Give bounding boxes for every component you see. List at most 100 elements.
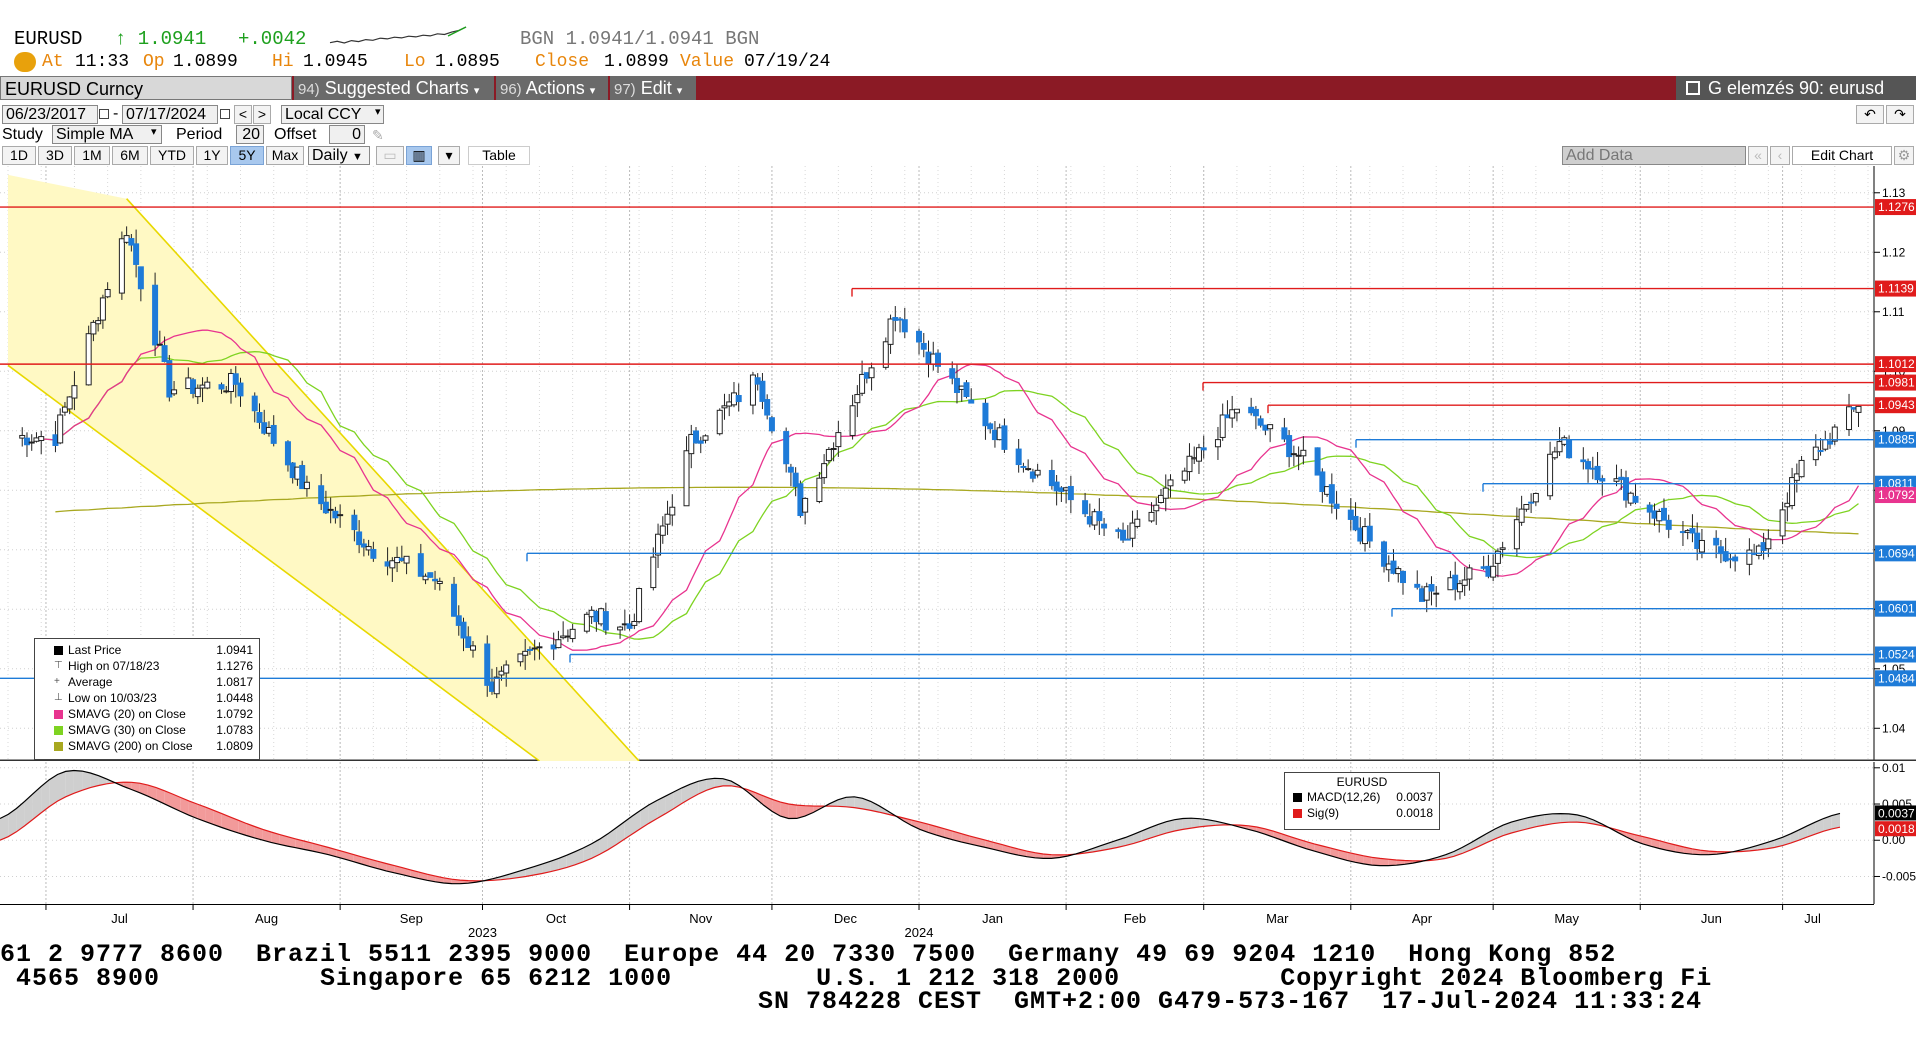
- candle-down: [526, 648, 533, 651]
- range-button-ytd[interactable]: YTD: [150, 146, 194, 165]
- add-data-field[interactable]: Add Data: [1562, 146, 1746, 165]
- period-label: Period: [176, 126, 223, 143]
- range-button-1d[interactable]: 1D: [2, 146, 36, 165]
- candle-up: [830, 447, 837, 450]
- close-value: 1.0899: [604, 52, 669, 72]
- candle-up: [1181, 470, 1188, 481]
- candle-down: [161, 345, 168, 362]
- chevron-down-icon[interactable]: ▾: [375, 105, 381, 118]
- table-button[interactable]: Table: [468, 146, 530, 165]
- study-select[interactable]: Simple MA: [52, 125, 162, 144]
- level-label: 1.0792: [1878, 488, 1915, 502]
- macd-fill: [1560, 813, 1569, 823]
- candle-down: [1096, 511, 1103, 522]
- range-button-1m[interactable]: 1M: [74, 146, 110, 165]
- interval-select[interactable]: Daily ▼: [308, 146, 370, 165]
- offset-field[interactable]: 0: [329, 125, 365, 144]
- menu-number: 97): [614, 81, 636, 98]
- chevron-down-icon[interactable]: ▾: [151, 125, 157, 138]
- candle-type-button[interactable]: ▥: [406, 146, 432, 165]
- undo-button[interactable]: ↶: [1856, 105, 1884, 124]
- candle-down: [1428, 584, 1435, 592]
- price-chart[interactable]: 1.131.121.111.101.091.081.071.061.051.04…: [0, 166, 1916, 761]
- level-label: 1.1276: [1878, 200, 1915, 214]
- legend-label: Last Price: [68, 643, 122, 657]
- candle-down: [351, 514, 358, 531]
- start-date-field[interactable]: 06/23/2017: [2, 105, 98, 124]
- chart-type-button[interactable]: ▭: [376, 146, 404, 165]
- study-label: Study: [2, 126, 43, 143]
- range-button-max[interactable]: Max: [266, 146, 304, 165]
- prev-period-button[interactable]: <: [234, 105, 252, 124]
- macd-legend: EURUSD MACD(12,26) 0.0037 Sig(9) 0.0018: [1284, 772, 1440, 830]
- candle-up: [1167, 479, 1174, 487]
- range-button-6m[interactable]: 6M: [112, 146, 148, 165]
- pencil-icon[interactable]: ✎: [372, 127, 384, 144]
- macd-legend-row[interactable]: MACD(12,26) 0.0037: [1285, 789, 1439, 805]
- macd-legend-row[interactable]: Sig(9) 0.0018: [1285, 805, 1439, 821]
- candle-up: [436, 580, 443, 585]
- candle-up: [1789, 477, 1796, 507]
- y-tick-label: 1.04: [1882, 721, 1906, 735]
- gear-icon[interactable]: ⚙: [1894, 146, 1914, 165]
- legend-row[interactable]: SMAVG (20) on Close 1.0792: [35, 706, 259, 722]
- candle-down: [1400, 570, 1406, 584]
- rewind-button[interactable]: «: [1748, 146, 1768, 165]
- candle-up: [1765, 538, 1772, 550]
- currency-select[interactable]: Local CCY: [281, 105, 384, 124]
- back-button[interactable]: ‹: [1770, 146, 1790, 165]
- x-tick-label: Jul: [1804, 911, 1821, 926]
- range-button-1y[interactable]: 1Y: [196, 146, 228, 165]
- edit-chart-button[interactable]: Edit Chart: [1792, 146, 1892, 165]
- range-button-3d[interactable]: 3D: [38, 146, 72, 165]
- calendar-icon[interactable]: [220, 109, 230, 119]
- candle-down: [735, 395, 742, 403]
- legend-row[interactable]: ⊥ Low on 10/03/23 1.0448: [35, 690, 259, 706]
- candle-down: [256, 412, 263, 423]
- candle-down: [284, 441, 291, 466]
- macd-value-label: 0.0037: [1878, 806, 1915, 820]
- candle-down: [451, 583, 458, 617]
- actions-menu[interactable]: 96) Actions ▾: [496, 76, 608, 100]
- legend-row[interactable]: ⊤ High on 07/18/23 1.1276: [35, 658, 259, 674]
- macd-chart[interactable]: 0.010.0050.00-0.0050.00370.0018: [0, 762, 1916, 904]
- redo-button[interactable]: ↷: [1886, 105, 1914, 124]
- price-change: +.0042: [238, 28, 307, 50]
- candle-up: [854, 394, 861, 404]
- end-date-field[interactable]: 07/17/2024: [122, 105, 218, 124]
- candle-up: [1461, 579, 1468, 586]
- x-tick-label: Apr: [1412, 911, 1433, 926]
- legend-row[interactable]: SMAVG (200) on Close 1.0809: [35, 738, 259, 754]
- level-label: 1.0885: [1878, 433, 1915, 447]
- next-period-button[interactable]: >: [253, 105, 271, 124]
- type-dropdown-button[interactable]: ▾: [438, 146, 460, 165]
- ticker-symbol[interactable]: EURUSD: [14, 28, 82, 50]
- legend-row[interactable]: Last Price 1.0941: [35, 642, 259, 658]
- legend-row[interactable]: SMAVG (30) on Close 1.0783: [35, 722, 259, 738]
- range-button-5y[interactable]: 5Y: [230, 146, 264, 165]
- candle-up: [1466, 567, 1473, 580]
- security-field[interactable]: EURUSD Curncy: [0, 76, 292, 100]
- candle-up: [1547, 453, 1554, 497]
- candle-up: [1025, 468, 1032, 471]
- menu-label: Actions: [525, 78, 585, 98]
- candle-down: [953, 377, 960, 394]
- edit-menu[interactable]: 97) Edit ▾: [610, 76, 696, 100]
- candle-up: [71, 385, 78, 399]
- candle-up: [28, 441, 35, 444]
- suggested-charts-menu[interactable]: 94) Suggested Charts ▾: [294, 76, 494, 100]
- candle-up: [1523, 504, 1530, 510]
- macd-fill: [640, 804, 649, 829]
- candle-up: [1290, 453, 1297, 456]
- calendar-icon[interactable]: [99, 109, 109, 119]
- level-label: 1.0524: [1878, 647, 1915, 661]
- candle-down: [1594, 465, 1601, 481]
- candle-down: [1689, 528, 1696, 534]
- legend-row[interactable]: + Average 1.0817: [35, 674, 259, 690]
- period-field[interactable]: 20: [236, 125, 264, 144]
- popout-icon[interactable]: [1686, 81, 1700, 95]
- legend-marker-icon: ⊤: [54, 660, 63, 671]
- candle-up: [536, 646, 543, 649]
- candle-up: [503, 664, 510, 674]
- candle-down: [1599, 478, 1606, 482]
